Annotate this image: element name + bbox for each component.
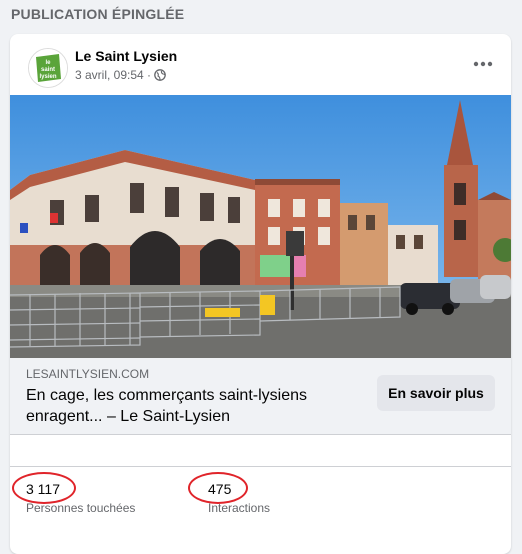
post-photo[interactable] bbox=[10, 95, 511, 358]
divider-top bbox=[10, 434, 511, 435]
link-title[interactable]: En cage, les commerçants saint-lysiens e… bbox=[26, 385, 356, 427]
post-timestamp[interactable]: 3 avril, 09:54 · bbox=[75, 68, 151, 82]
link-domain: LESAINTLYSIEN.COM bbox=[26, 367, 150, 381]
more-options-button[interactable] bbox=[469, 52, 497, 76]
post-header: le saint lysien Le Saint Lysien 3 avril,… bbox=[10, 34, 511, 94]
avatar-logo: le saint lysien bbox=[29, 49, 67, 87]
post-meta: 3 avril, 09:54 · bbox=[75, 68, 166, 82]
avatar-text-2: saint bbox=[41, 67, 55, 73]
more-horizontal-icon bbox=[473, 61, 493, 67]
reach-annotation-circle bbox=[12, 472, 76, 504]
divider-bottom bbox=[10, 466, 511, 467]
globe-icon bbox=[154, 69, 166, 81]
avatar-text-3: lysien bbox=[39, 74, 56, 80]
pinned-post-card[interactable]: le saint lysien Le Saint Lysien 3 avril,… bbox=[10, 34, 511, 554]
avatar-text-1: le bbox=[45, 60, 51, 66]
interactions-annotation-circle bbox=[188, 472, 248, 504]
learn-more-button[interactable]: En savoir plus bbox=[377, 375, 495, 411]
link-preview[interactable]: LESAINTLYSIEN.COM En cage, les commerçan… bbox=[10, 358, 511, 434]
town-square-image bbox=[10, 95, 511, 358]
page-name[interactable]: Le Saint Lysien bbox=[75, 48, 177, 64]
section-title: PUBLICATION ÉPINGLÉE bbox=[11, 6, 185, 22]
page-avatar[interactable]: le saint lysien bbox=[28, 48, 68, 88]
